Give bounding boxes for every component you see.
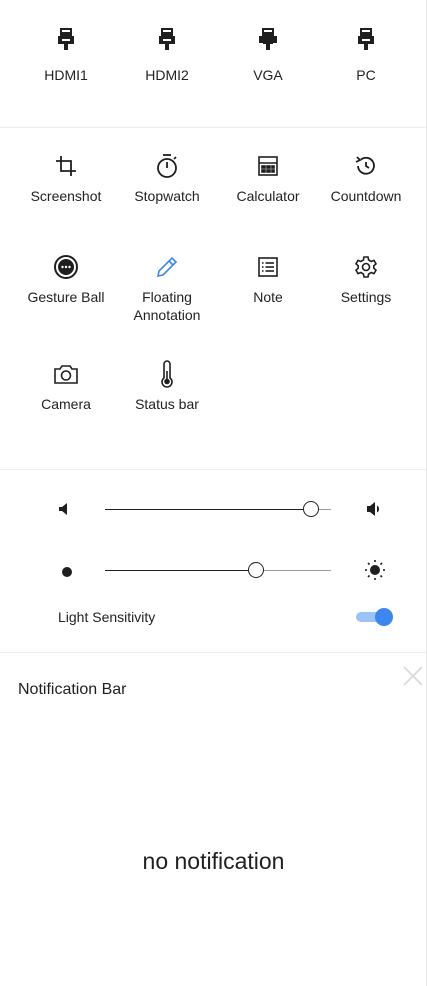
tool-calculator-button[interactable]: Calculator — [218, 153, 318, 205]
volume-slider[interactable] — [105, 497, 331, 521]
tool-note-button[interactable]: Note — [218, 254, 318, 306]
hdmi-plug-icon — [117, 26, 217, 52]
volume-track-rest — [319, 509, 331, 510]
quick-settings-panel: HDMI1 HDMI2 VGA PC Screenshot Stopwatch — [0, 0, 427, 986]
source-vga-button[interactable]: VGA — [218, 26, 318, 84]
tool-floating-annotation-button[interactable]: Floating Annotation — [117, 254, 217, 324]
brightness-high-icon — [364, 559, 386, 586]
source-label: VGA — [253, 67, 283, 83]
source-label: HDMI2 — [145, 67, 189, 83]
tool-label: Floating Annotation — [133, 289, 201, 323]
source-hdmi2-button[interactable]: HDMI2 — [117, 26, 217, 84]
tool-camera-button[interactable]: Camera — [16, 361, 116, 413]
tool-label: Stopwatch — [134, 188, 200, 204]
brightness-slider-row — [0, 558, 427, 582]
source-label: HDMI1 — [44, 67, 88, 83]
volume-track-fill — [105, 509, 303, 510]
source-pc-button[interactable]: PC — [316, 26, 416, 84]
volume-low-icon — [58, 502, 70, 521]
gear-icon — [316, 254, 416, 280]
tool-settings-button[interactable]: Settings — [316, 254, 416, 306]
tool-label: Note — [253, 289, 283, 305]
light-sensitivity-toggle[interactable] — [356, 608, 393, 626]
tool-label: Status bar — [135, 396, 199, 412]
note-icon — [218, 254, 318, 280]
stopwatch-icon — [117, 153, 217, 179]
tool-screenshot-button[interactable]: Screenshot — [16, 153, 116, 205]
volume-thumb[interactable] — [303, 501, 319, 517]
brightness-slider[interactable] — [105, 558, 331, 582]
light-sensitivity-label: Light Sensitivity — [58, 609, 156, 625]
tool-label: Settings — [340, 289, 392, 305]
tool-gesture-ball-button[interactable]: Gesture Ball — [16, 254, 116, 306]
pc-plug-icon — [316, 26, 416, 52]
tool-label: Screenshot — [30, 188, 102, 204]
divider — [0, 127, 427, 128]
tool-status-bar-button[interactable]: Status bar — [117, 360, 217, 413]
gesture-ball-icon — [16, 254, 116, 280]
empty-notification-text: no notification — [142, 848, 285, 874]
source-label: PC — [356, 67, 376, 83]
tool-label: Countdown — [330, 188, 402, 204]
tool-label: Calculator — [236, 188, 300, 204]
divider — [0, 652, 427, 653]
pencil-icon — [117, 254, 217, 280]
countdown-icon — [316, 153, 416, 179]
camera-icon — [16, 361, 116, 387]
tool-stopwatch-button[interactable]: Stopwatch — [117, 153, 217, 205]
brightness-track-fill — [105, 570, 248, 571]
calculator-icon — [218, 153, 318, 179]
brightness-thumb[interactable] — [248, 562, 264, 578]
source-hdmi1-button[interactable]: HDMI1 — [16, 26, 116, 84]
volume-slider-row — [0, 497, 427, 521]
toggle-knob — [375, 608, 393, 626]
crop-icon — [16, 153, 116, 179]
divider — [0, 469, 427, 470]
close-icon[interactable] — [402, 665, 424, 692]
tool-label: Gesture Ball — [27, 289, 105, 305]
vga-plug-icon — [218, 26, 318, 52]
volume-high-icon — [366, 501, 384, 522]
brightness-low-icon — [61, 565, 73, 583]
hdmi-plug-icon — [16, 26, 116, 52]
brightness-track-rest — [264, 570, 331, 571]
notification-title: Notification Bar — [18, 681, 127, 698]
thermometer-icon — [117, 360, 217, 388]
tool-label: Camera — [41, 396, 91, 412]
tool-countdown-button[interactable]: Countdown — [316, 153, 416, 205]
